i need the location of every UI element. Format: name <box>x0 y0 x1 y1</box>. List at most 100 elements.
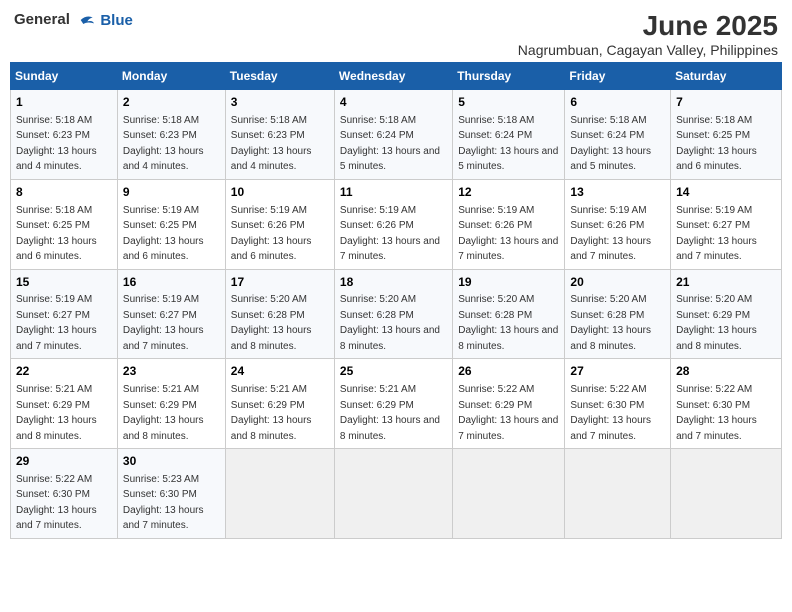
day-info: Sunrise: 5:22 AMSunset: 6:30 PMDaylight:… <box>570 384 651 442</box>
day-number: 26 <box>458 363 559 380</box>
day-info: Sunrise: 5:19 AMSunset: 6:26 PMDaylight:… <box>340 205 440 263</box>
day-number: 3 <box>231 94 329 111</box>
main-title: June 2025 <box>518 10 778 42</box>
day-cell: 10Sunrise: 5:19 AMSunset: 6:26 PMDayligh… <box>225 179 334 269</box>
day-info: Sunrise: 5:20 AMSunset: 6:29 PMDaylight:… <box>676 294 757 352</box>
col-header-saturday: Saturday <box>671 63 782 90</box>
day-cell: 14Sunrise: 5:19 AMSunset: 6:27 PMDayligh… <box>671 179 782 269</box>
week-row-1: 1 Sunrise: 5:18 AMSunset: 6:23 PMDaylight… <box>11 90 782 180</box>
day-number: 5 <box>458 94 559 111</box>
day-cell: 17 Sunrise: 5:20 AMSunset: 6:28 PMDayligh… <box>225 269 334 359</box>
logo: General Blue <box>14 10 133 30</box>
day-number: 24 <box>231 363 329 380</box>
day-cell <box>671 449 782 539</box>
day-cell: 1 Sunrise: 5:18 AMSunset: 6:23 PMDaylight… <box>11 90 118 180</box>
day-cell: 20Sunrise: 5:20 AMSunset: 6:28 PMDayligh… <box>565 269 671 359</box>
day-info: Sunrise: 5:20 AMSunset: 6:28 PMDaylight:… <box>570 294 651 352</box>
day-info: Sunrise: 5:18 AMSunset: 6:25 PMDaylight:… <box>676 115 757 173</box>
day-cell <box>334 449 452 539</box>
day-cell: 4 Sunrise: 5:18 AMSunset: 6:24 PMDaylight… <box>334 90 452 180</box>
col-header-sunday: Sunday <box>11 63 118 90</box>
logo-general: General <box>14 11 70 28</box>
day-number: 8 <box>16 184 112 201</box>
title-area: June 2025 Nagrumbuan, Cagayan Valley, Ph… <box>518 10 778 58</box>
day-cell: 3 Sunrise: 5:18 AMSunset: 6:23 PMDaylight… <box>225 90 334 180</box>
subtitle: Nagrumbuan, Cagayan Valley, Philippines <box>518 42 778 58</box>
week-row-4: 22 Sunrise: 5:21 AMSunset: 6:29 PMDayligh… <box>11 359 782 449</box>
logo-bird-icon <box>74 10 94 30</box>
day-cell: 5 Sunrise: 5:18 AMSunset: 6:24 PMDaylight… <box>453 90 565 180</box>
day-info: Sunrise: 5:21 AMSunset: 6:29 PMDaylight:… <box>16 384 97 442</box>
day-info: Sunrise: 5:18 AMSunset: 6:24 PMDaylight:… <box>570 115 651 173</box>
day-info: Sunrise: 5:21 AMSunset: 6:29 PMDaylight:… <box>231 384 312 442</box>
day-info: Sunrise: 5:18 AMSunset: 6:23 PMDaylight:… <box>16 115 97 173</box>
day-info: Sunrise: 5:19 AMSunset: 6:26 PMDaylight:… <box>458 205 558 263</box>
day-info: Sunrise: 5:19 AMSunset: 6:26 PMDaylight:… <box>570 205 651 263</box>
day-number: 21 <box>676 274 776 291</box>
day-info: Sunrise: 5:20 AMSunset: 6:28 PMDaylight:… <box>340 294 440 352</box>
day-number: 7 <box>676 94 776 111</box>
day-cell: 8 Sunrise: 5:18 AMSunset: 6:25 PMDaylight… <box>11 179 118 269</box>
day-number: 28 <box>676 363 776 380</box>
day-cell: 22 Sunrise: 5:21 AMSunset: 6:29 PMDayligh… <box>11 359 118 449</box>
day-cell: 28 Sunrise: 5:22 AMSunset: 6:30 PMDayligh… <box>671 359 782 449</box>
week-row-5: 29Sunrise: 5:22 AMSunset: 6:30 PMDayligh… <box>11 449 782 539</box>
day-number: 22 <box>16 363 112 380</box>
day-cell <box>453 449 565 539</box>
day-cell: 29Sunrise: 5:22 AMSunset: 6:30 PMDayligh… <box>11 449 118 539</box>
day-cell: 9Sunrise: 5:19 AMSunset: 6:25 PMDaylight… <box>117 179 225 269</box>
day-number: 12 <box>458 184 559 201</box>
day-number: 9 <box>123 184 220 201</box>
day-number: 4 <box>340 94 447 111</box>
day-cell: 16 Sunrise: 5:19 AMSunset: 6:27 PMDayligh… <box>117 269 225 359</box>
day-info: Sunrise: 5:19 AMSunset: 6:27 PMDaylight:… <box>123 294 204 352</box>
day-cell: 25Sunrise: 5:21 AMSunset: 6:29 PMDayligh… <box>334 359 452 449</box>
day-number: 17 <box>231 274 329 291</box>
day-info: Sunrise: 5:18 AMSunset: 6:24 PMDaylight:… <box>458 115 558 173</box>
day-cell: 24 Sunrise: 5:21 AMSunset: 6:29 PMDayligh… <box>225 359 334 449</box>
day-number: 29 <box>16 453 112 470</box>
week-row-2: 8 Sunrise: 5:18 AMSunset: 6:25 PMDaylight… <box>11 179 782 269</box>
day-number: 23 <box>123 363 220 380</box>
day-number: 19 <box>458 274 559 291</box>
logo-blue: Blue <box>100 12 133 29</box>
col-header-tuesday: Tuesday <box>225 63 334 90</box>
day-cell: 27 Sunrise: 5:22 AMSunset: 6:30 PMDayligh… <box>565 359 671 449</box>
day-info: Sunrise: 5:18 AMSunset: 6:23 PMDaylight:… <box>231 115 312 173</box>
day-info: Sunrise: 5:18 AMSunset: 6:23 PMDaylight:… <box>123 115 204 173</box>
day-cell: 12 Sunrise: 5:19 AMSunset: 6:26 PMDayligh… <box>453 179 565 269</box>
day-number: 18 <box>340 274 447 291</box>
day-cell: 18 Sunrise: 5:20 AMSunset: 6:28 PMDayligh… <box>334 269 452 359</box>
day-cell: 21 Sunrise: 5:20 AMSunset: 6:29 PMDayligh… <box>671 269 782 359</box>
day-cell: 13Sunrise: 5:19 AMSunset: 6:26 PMDayligh… <box>565 179 671 269</box>
day-info: Sunrise: 5:18 AMSunset: 6:25 PMDaylight:… <box>16 205 97 263</box>
day-number: 6 <box>570 94 665 111</box>
day-number: 1 <box>16 94 112 111</box>
week-row-3: 15 Sunrise: 5:19 AMSunset: 6:27 PMDayligh… <box>11 269 782 359</box>
day-info: Sunrise: 5:20 AMSunset: 6:28 PMDaylight:… <box>231 294 312 352</box>
day-cell: 30 Sunrise: 5:23 AMSunset: 6:30 PMDayligh… <box>117 449 225 539</box>
col-header-monday: Monday <box>117 63 225 90</box>
col-header-friday: Friday <box>565 63 671 90</box>
day-info: Sunrise: 5:19 AMSunset: 6:27 PMDaylight:… <box>16 294 97 352</box>
header-row: SundayMondayTuesdayWednesdayThursdayFrid… <box>11 63 782 90</box>
day-info: Sunrise: 5:22 AMSunset: 6:30 PMDaylight:… <box>676 384 757 442</box>
day-cell: 2Sunrise: 5:18 AMSunset: 6:23 PMDaylight… <box>117 90 225 180</box>
day-number: 16 <box>123 274 220 291</box>
day-number: 25 <box>340 363 447 380</box>
day-info: Sunrise: 5:18 AMSunset: 6:24 PMDaylight:… <box>340 115 440 173</box>
day-info: Sunrise: 5:23 AMSunset: 6:30 PMDaylight:… <box>123 474 204 532</box>
day-info: Sunrise: 5:21 AMSunset: 6:29 PMDaylight:… <box>123 384 204 442</box>
col-header-thursday: Thursday <box>453 63 565 90</box>
day-cell: 6 Sunrise: 5:18 AMSunset: 6:24 PMDaylight… <box>565 90 671 180</box>
calendar-table: SundayMondayTuesdayWednesdayThursdayFrid… <box>10 62 782 539</box>
day-info: Sunrise: 5:20 AMSunset: 6:28 PMDaylight:… <box>458 294 558 352</box>
day-number: 11 <box>340 184 447 201</box>
day-cell: 11 Sunrise: 5:19 AMSunset: 6:26 PMDayligh… <box>334 179 452 269</box>
day-number: 30 <box>123 453 220 470</box>
header: General Blue June 2025 Nagrumbuan, Cagay… <box>10 10 782 58</box>
day-number: 15 <box>16 274 112 291</box>
day-cell: 23 Sunrise: 5:21 AMSunset: 6:29 PMDayligh… <box>117 359 225 449</box>
day-number: 10 <box>231 184 329 201</box>
day-number: 27 <box>570 363 665 380</box>
